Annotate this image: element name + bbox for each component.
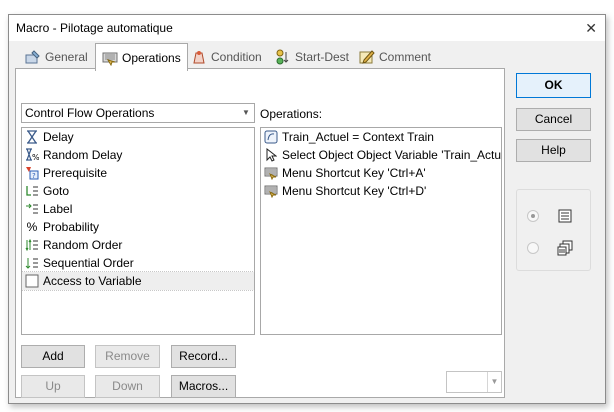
list-item[interactable]: Sequential Order (22, 254, 254, 272)
condition-icon (191, 49, 207, 65)
chevron-down-icon[interactable]: ▼ (238, 104, 254, 122)
percent-icon: % (26, 220, 38, 234)
svg-text:?: ? (32, 172, 36, 180)
random-order-icon (25, 238, 39, 252)
tree-view-icon (557, 240, 573, 256)
remove-button[interactable]: Remove (95, 345, 160, 368)
tab-condition-label: Condition (211, 50, 262, 64)
cursor-icon (264, 148, 278, 162)
list-item-label: Delay (43, 130, 74, 144)
list-item-label: Access to Variable (43, 274, 142, 288)
list-item[interactable]: Train_Actuel = Context Train (261, 128, 501, 146)
operations-panel: Control Flow Operations ▼ Delay % Random… (15, 68, 505, 398)
list-item-label: Menu Shortcut Key 'Ctrl+A' (282, 166, 426, 180)
list-item-label: Sequential Order (43, 256, 134, 270)
list-item-label: Goto (43, 184, 70, 198)
tab-operations-label: Operations (122, 50, 181, 65)
small-select[interactable]: ▼ (446, 371, 502, 393)
tab-operations[interactable]: Operations (95, 43, 188, 71)
operations-list[interactable]: Train_Actuel = Context Train Select Obje… (260, 127, 502, 335)
down-button[interactable]: Down (95, 375, 160, 398)
tab-general[interactable]: General (19, 45, 94, 69)
list-item-label: Select Object Object Variable 'Train_Act… (282, 148, 502, 162)
operations-label: Operations: (260, 107, 323, 121)
help-button[interactable]: Help (516, 139, 591, 162)
list-item-label: Random Delay (43, 148, 123, 162)
tab-comment-label: Comment (379, 50, 432, 64)
list-item[interactable]: % Probability (22, 218, 254, 236)
start-dest-icon (275, 49, 291, 65)
keyboard-icon (264, 184, 278, 198)
list-view-radio[interactable] (527, 210, 539, 222)
list-item[interactable]: Delay (22, 128, 254, 146)
operations-icon (102, 50, 118, 66)
record-button[interactable]: Record... (171, 345, 236, 368)
goto-icon (25, 184, 39, 198)
list-item[interactable]: Access to Variable (22, 271, 254, 291)
flow-operations-list[interactable]: Delay % Random Delay ? Prerequisite Goto (21, 127, 255, 335)
macros-button[interactable]: Macros... (171, 375, 236, 398)
list-item[interactable]: Label (22, 200, 254, 218)
view-mode-group (516, 189, 591, 271)
list-item-label: Probability (43, 220, 100, 234)
label-icon (25, 202, 39, 216)
svg-text:%: % (32, 153, 39, 162)
ok-button[interactable]: OK (516, 73, 591, 98)
title-bar: Macro - Pilotage automatique ✕ (9, 15, 605, 41)
tab-strip: General Operations Condition Start-Dest … (15, 43, 505, 71)
tree-view-radio[interactable] (527, 242, 539, 254)
tab-start-dest-label: Start-Dest (295, 50, 350, 64)
list-item[interactable]: % Random Delay (22, 146, 254, 164)
random-delay-icon: % (25, 148, 39, 162)
general-icon (25, 49, 41, 65)
category-select-value: Control Flow Operations (25, 106, 155, 120)
hourglass-icon (25, 130, 39, 144)
tab-condition[interactable]: Condition (185, 45, 268, 69)
list-view-icon (557, 208, 573, 224)
variable-icon (25, 274, 39, 288)
sequential-order-icon (25, 256, 39, 270)
chevron-down-icon[interactable]: ▼ (487, 372, 501, 392)
list-item[interactable]: Random Order (22, 236, 254, 254)
list-item[interactable]: Goto (22, 182, 254, 200)
list-item[interactable]: Menu Shortcut Key 'Ctrl+A' (261, 164, 501, 182)
list-item-label: Label (43, 202, 73, 216)
category-select[interactable]: Control Flow Operations ▼ (21, 103, 255, 123)
window-title: Macro - Pilotage automatique (16, 21, 173, 35)
list-item[interactable]: Menu Shortcut Key 'Ctrl+D' (261, 182, 501, 200)
tab-general-label: General (45, 50, 88, 64)
keyboard-icon (264, 166, 278, 180)
comment-icon (359, 49, 375, 65)
close-icon[interactable]: ✕ (585, 15, 597, 41)
tab-start-dest[interactable]: Start-Dest (269, 45, 355, 69)
prerequisite-icon: ? (25, 166, 39, 180)
tab-comment[interactable]: Comment (353, 45, 437, 69)
macro-dialog: Macro - Pilotage automatique ✕ General O… (8, 14, 606, 404)
context-icon (264, 130, 278, 144)
add-button[interactable]: Add (21, 345, 85, 368)
list-item[interactable]: ? Prerequisite (22, 164, 254, 182)
list-item-label: Prerequisite (43, 166, 108, 180)
list-item-label: Random Order (43, 238, 123, 252)
list-item-label: Train_Actuel = Context Train (282, 130, 434, 144)
cancel-button[interactable]: Cancel (516, 108, 591, 131)
up-button[interactable]: Up (21, 375, 85, 398)
list-item[interactable]: Select Object Object Variable 'Train_Act… (261, 146, 501, 164)
list-item-label: Menu Shortcut Key 'Ctrl+D' (282, 184, 427, 198)
